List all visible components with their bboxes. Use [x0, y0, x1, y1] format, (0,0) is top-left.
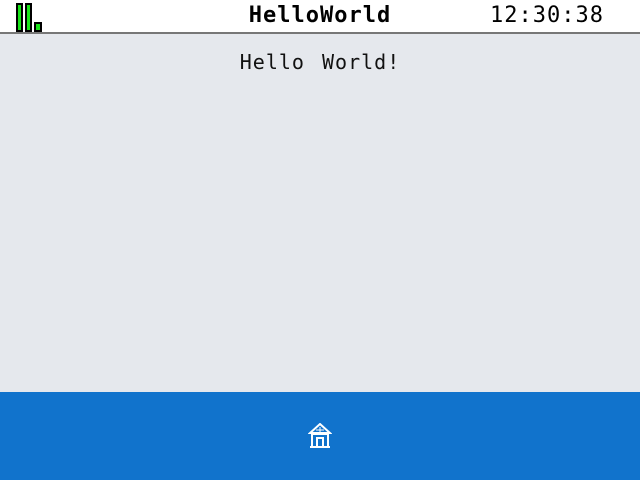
hello-label: Hello World! — [239, 50, 401, 74]
main-content: Hello World! — [0, 34, 640, 392]
bottom-nav-bar — [0, 392, 640, 480]
status-bar: HelloWorld 12:30:38 — [0, 0, 640, 34]
home-button[interactable] — [300, 416, 340, 456]
home-icon — [308, 423, 332, 448]
clock: 12:30:38 — [490, 3, 604, 28]
